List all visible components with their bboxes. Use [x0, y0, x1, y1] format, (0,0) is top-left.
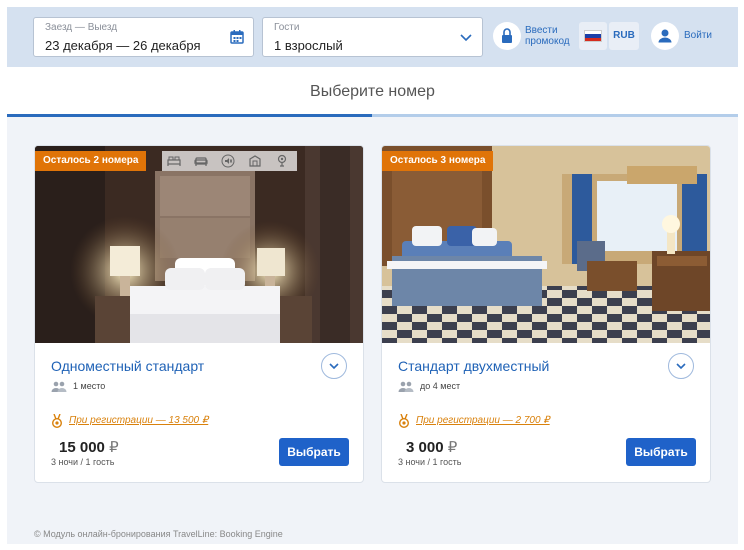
- rooms-left-badge: Осталось 2 номера: [35, 151, 147, 171]
- registration-offer[interactable]: При регистрации — 2 700 ₽: [416, 415, 550, 426]
- search-bar: Заезд — Выезд 23 декабря — 26 декабря Го…: [7, 7, 738, 67]
- title-band: Выберите номер: [7, 67, 738, 117]
- room-name[interactable]: Одноместный стандарт: [51, 358, 204, 374]
- room-price: 3 000 ₽: [406, 438, 457, 456]
- select-room-button[interactable]: Выбрать: [626, 438, 696, 466]
- chevron-down-icon: [676, 363, 686, 370]
- room-capacity: до 4 мест: [420, 381, 461, 391]
- language-button[interactable]: [579, 22, 607, 50]
- guests-field[interactable]: Гости 1 взрослый: [262, 17, 483, 57]
- amenities-bar: [162, 151, 297, 171]
- room-card: Осталось 3 номера Стандарт двухместный д…: [381, 145, 711, 483]
- promo-code-link[interactable]: Ввести промокод: [525, 25, 580, 47]
- calendar-icon[interactable]: [229, 29, 245, 45]
- guests-icon: [51, 380, 67, 392]
- guests-label: Гости: [274, 22, 300, 33]
- stay-details: 3 ночи / 1 гость: [398, 457, 462, 467]
- expand-button[interactable]: [668, 353, 694, 379]
- room-card: Осталось 2 номера Одноместный стандарт 1…: [34, 145, 364, 483]
- flag-ru-icon: [584, 30, 602, 42]
- footer-copyright: © Модуль онлайн-бронирования TravelLine:…: [34, 529, 283, 539]
- bed-icon: [167, 154, 181, 168]
- dates-field[interactable]: Заезд — Выезд 23 декабря — 26 декабря: [33, 17, 254, 57]
- medal-icon: [51, 413, 63, 429]
- sofa-icon: [194, 154, 208, 168]
- chevron-down-icon[interactable]: [458, 29, 474, 45]
- currency-button[interactable]: RUB: [609, 22, 639, 50]
- hairdryer-icon: [275, 154, 289, 168]
- guests-value: 1 взрослый: [274, 38, 343, 53]
- safe-icon: [248, 154, 262, 168]
- step-progress-active: [7, 114, 372, 117]
- rooms-left-badge: Осталось 3 номера: [382, 151, 494, 171]
- registration-offer[interactable]: При регистрации — 13 500 ₽: [69, 415, 208, 426]
- expand-button[interactable]: [321, 353, 347, 379]
- room-capacity: 1 место: [73, 381, 106, 391]
- price-value: 15 000: [59, 439, 105, 456]
- chevron-down-icon: [329, 363, 339, 370]
- login-link[interactable]: Войти: [684, 30, 712, 41]
- room-photo[interactable]: Осталось 2 номера: [35, 146, 363, 343]
- medal-icon: [398, 413, 410, 429]
- room-photo[interactable]: Осталось 3 номера: [382, 146, 710, 343]
- select-room-button[interactable]: Выбрать: [279, 438, 349, 466]
- booking-widget: Заезд — Выезд 23 декабря — 26 декабря Го…: [7, 7, 738, 544]
- page-title: Выберите номер: [310, 83, 435, 100]
- stay-details: 3 ночи / 1 гость: [51, 457, 115, 467]
- lock-icon[interactable]: [493, 22, 521, 50]
- currency-symbol: ₽: [447, 439, 458, 456]
- quiet-icon: [221, 154, 235, 168]
- guests-icon: [398, 380, 414, 392]
- currency-symbol: ₽: [109, 439, 119, 456]
- room-name[interactable]: Стандарт двухместный: [398, 358, 549, 374]
- price-value: 3 000: [406, 439, 444, 456]
- dates-label: Заезд — Выезд: [45, 22, 118, 33]
- room-price: 15 000 ₽: [59, 438, 119, 456]
- dates-value: 23 декабря — 26 декабря: [45, 38, 201, 53]
- user-icon[interactable]: [651, 22, 679, 50]
